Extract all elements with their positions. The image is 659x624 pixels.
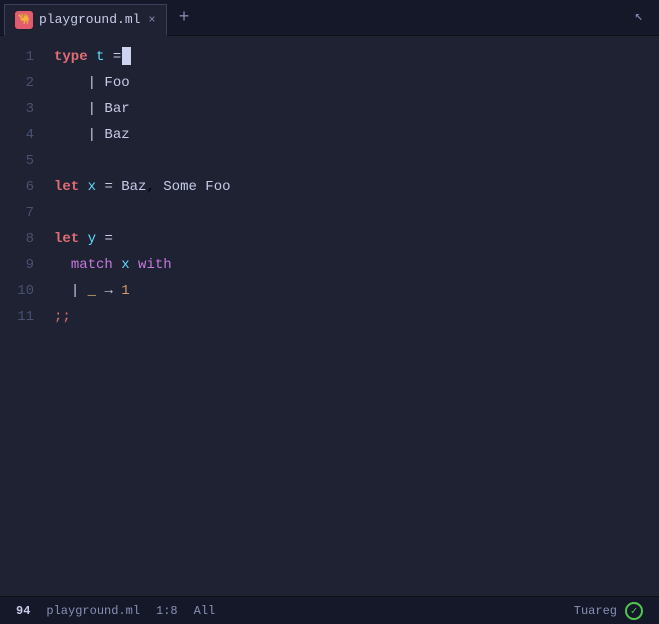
cursor-icon: ↖ bbox=[635, 8, 643, 25]
line-num-10: 10 bbox=[0, 278, 34, 304]
pipe-op-2: | bbox=[88, 75, 96, 91]
tab-title: playground.ml bbox=[39, 12, 140, 27]
pipe-op-10: | bbox=[71, 283, 79, 299]
status-check-icon: ✓ bbox=[625, 602, 643, 620]
line-num-4: 4 bbox=[0, 122, 34, 148]
num-1: 1 bbox=[121, 283, 129, 299]
ctor-baz-6: Baz bbox=[121, 179, 146, 195]
keyword-let-y: let bbox=[54, 231, 79, 247]
pipe-op-3: | bbox=[88, 101, 96, 117]
code-line-3: | Bar bbox=[54, 96, 659, 122]
var-y: y bbox=[88, 231, 96, 247]
wildcard-pattern: _ bbox=[88, 283, 96, 299]
line-num-9: 9 bbox=[0, 252, 34, 278]
line-num-7: 7 bbox=[0, 200, 34, 226]
line-num-11: 11 bbox=[0, 304, 34, 330]
pipe-op-4: | bbox=[88, 127, 96, 143]
code-line-9: match x with bbox=[54, 252, 659, 278]
line-num-6: 6 bbox=[0, 174, 34, 200]
code-line-2: | Foo bbox=[54, 70, 659, 96]
new-tab-button[interactable]: + bbox=[173, 2, 196, 34]
editor-area: 1 2 3 4 5 6 7 8 9 10 11 type t = | Foo |… bbox=[0, 36, 659, 596]
var-x-9: x bbox=[121, 257, 129, 273]
line-num-3: 3 bbox=[0, 96, 34, 122]
ctor-foo: Foo bbox=[104, 75, 129, 91]
equals-op: = bbox=[113, 49, 121, 65]
code-line-6: let x = Baz, Some Foo bbox=[54, 174, 659, 200]
active-tab[interactable]: 🐫 playground.ml × bbox=[4, 4, 167, 36]
arrow-op: → bbox=[104, 283, 112, 299]
ctor-baz: Baz bbox=[104, 127, 129, 143]
code-line-10: | _ → 1 bbox=[54, 278, 659, 304]
text-cursor bbox=[122, 47, 131, 65]
code-content[interactable]: type t = | Foo | Bar | Baz let x = Baz, … bbox=[50, 44, 659, 588]
status-line-number: 94 bbox=[16, 604, 30, 618]
status-bar: 94 playground.ml 1:8 All Tuareg ✓ bbox=[0, 596, 659, 624]
keyword-let-x: let bbox=[54, 179, 79, 195]
status-mode: Tuareg bbox=[574, 604, 617, 618]
tab-close-button[interactable]: × bbox=[148, 13, 155, 27]
line-num-8: 8 bbox=[0, 226, 34, 252]
code-line-11: ;; bbox=[54, 304, 659, 330]
equals-op-6: = bbox=[104, 179, 112, 195]
line-numbers: 1 2 3 4 5 6 7 8 9 10 11 bbox=[0, 44, 50, 588]
status-left: 94 playground.ml 1:8 All bbox=[16, 604, 215, 618]
ctor-bar: Bar bbox=[104, 101, 129, 117]
code-container[interactable]: 1 2 3 4 5 6 7 8 9 10 11 type t = | Foo |… bbox=[0, 36, 659, 596]
tab-bar: 🐫 playground.ml × + ↖ bbox=[0, 0, 659, 36]
file-icon: 🐫 bbox=[15, 11, 33, 29]
code-line-8: let y = bbox=[54, 226, 659, 252]
status-right: Tuareg ✓ bbox=[574, 602, 643, 620]
code-line-5 bbox=[54, 148, 659, 174]
code-line-1: type t = bbox=[54, 44, 659, 70]
line-num-2: 2 bbox=[0, 70, 34, 96]
ctor-foo-6: Foo bbox=[205, 179, 230, 195]
keyword-type: type bbox=[54, 49, 88, 65]
code-line-7 bbox=[54, 200, 659, 226]
line-num-1: 1 bbox=[0, 44, 34, 70]
keyword-match: match bbox=[71, 257, 113, 273]
line-num-5: 5 bbox=[0, 148, 34, 174]
keyword-with: with bbox=[138, 257, 172, 273]
status-all-label: All bbox=[194, 604, 216, 618]
code-line-4: | Baz bbox=[54, 122, 659, 148]
status-filename: playground.ml bbox=[46, 604, 140, 618]
ctor-some: Some bbox=[163, 179, 197, 195]
double-semicolons: ;; bbox=[54, 309, 71, 325]
equals-op-8: = bbox=[104, 231, 112, 247]
var-x: x bbox=[88, 179, 96, 195]
status-position: 1:8 bbox=[156, 604, 178, 618]
